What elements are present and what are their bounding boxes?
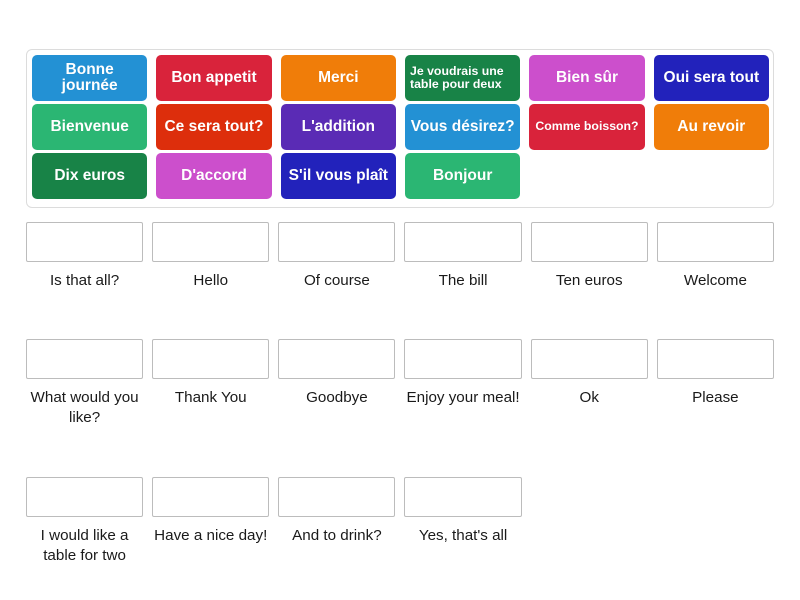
answer-cell: Enjoy your meal! — [404, 339, 522, 428]
draggable-tile[interactable]: Bienvenue — [32, 104, 148, 150]
draggable-tile[interactable]: S'il vous plaît — [280, 153, 396, 199]
answer-label: Thank You — [174, 389, 247, 407]
answer-dropzone[interactable] — [26, 476, 144, 517]
answer-dropzone[interactable] — [404, 476, 522, 517]
answer-dropzone[interactable] — [26, 222, 144, 262]
draggable-tile[interactable]: Oui sera tout — [653, 55, 769, 101]
answer-cell: And to drink? — [278, 476, 396, 566]
answer-dropzone[interactable] — [278, 476, 396, 517]
draggable-tile[interactable]: Au revoir — [653, 104, 769, 150]
answer-cell: The bill — [404, 222, 522, 291]
answer-label: Welcome — [683, 272, 747, 289]
answer-label: Ten euros — [555, 272, 623, 289]
answer-cell: Goodbye — [278, 339, 396, 428]
answer-label: What would you like? — [30, 389, 139, 427]
draggable-tile[interactable]: D'accord — [156, 153, 272, 199]
answer-cell: Of course — [278, 222, 396, 291]
answer-cell: I would like a table for two — [26, 476, 144, 566]
answer-dropzone[interactable] — [656, 339, 774, 380]
draggable-tile[interactable]: Bonjour — [405, 153, 521, 199]
answer-cell: Yes, that's all — [404, 476, 522, 566]
answer-label: Ok — [579, 389, 599, 407]
draggable-tile[interactable]: Dix euros — [32, 153, 148, 199]
answer-label: The bill — [438, 272, 488, 289]
draggable-tile[interactable]: Je voudrais une table pour deux — [405, 55, 521, 101]
tile-placeholder — [529, 153, 644, 199]
draggable-tile[interactable]: L'addition — [280, 104, 396, 150]
activity-canvas: Bonne journée Bon appetit Merci Je voudrais… — [0, 0, 800, 600]
answer-dropzone[interactable] — [404, 222, 522, 262]
answer-cell: Thank You — [152, 339, 270, 428]
draggable-tile-bank: Bonne journée Bon appetit Merci Je voudrais… — [26, 49, 774, 208]
answer-label: Of course — [303, 272, 370, 289]
draggable-tile[interactable]: Bonne journée — [32, 55, 148, 101]
draggable-tile[interactable]: Bien sûr — [529, 55, 645, 101]
answer-dropzone[interactable] — [656, 222, 774, 262]
answer-dropzone[interactable] — [152, 339, 270, 380]
draggable-tile[interactable]: Ce sera tout? — [156, 104, 272, 150]
answer-label: Hello — [193, 272, 229, 289]
answer-row: I would like a table for two Have a nice … — [26, 476, 774, 566]
answer-dropzone[interactable] — [404, 339, 522, 380]
answer-label: Goodbye — [306, 389, 368, 407]
answer-label: Please — [692, 389, 739, 407]
answer-label: Is that all? — [49, 272, 120, 289]
answer-cell: Please — [656, 339, 774, 428]
answer-dropzone[interactable] — [278, 222, 396, 262]
answer-cell: Hello — [152, 222, 270, 291]
answer-cell: What would you like? — [26, 339, 144, 428]
answer-dropzone[interactable] — [152, 476, 270, 517]
answer-dropzone[interactable] — [152, 222, 270, 262]
draggable-tile[interactable]: Bon appetit — [156, 55, 272, 101]
answer-cell-empty — [531, 477, 648, 566]
answer-cell-empty — [657, 477, 774, 566]
tile-grid: Bonne journée Bon appetit Merci Je voudrais… — [32, 55, 769, 199]
answer-dropzone[interactable] — [26, 339, 144, 380]
draggable-tile[interactable]: Comme boisson? — [529, 104, 645, 150]
answer-row: Is that all? Hello Of course The bill Ten eu… — [26, 222, 774, 291]
answer-area: Is that all? Hello Of course The bill Ten eu… — [26, 222, 774, 579]
answer-label: I would like a table for two — [40, 526, 129, 564]
answer-dropzone[interactable] — [530, 339, 648, 380]
answer-cell: Ten euros — [530, 222, 648, 291]
answer-label: And to drink? — [292, 526, 382, 544]
draggable-tile[interactable]: Merci — [280, 55, 396, 101]
answer-label: Yes, that's all — [418, 526, 508, 544]
answer-label: Have a nice day! — [154, 526, 268, 544]
answer-dropzone[interactable] — [278, 339, 396, 380]
answer-cell: Is that all? — [26, 222, 144, 291]
answer-cell: Welcome — [656, 222, 774, 291]
answer-label: Enjoy your meal! — [406, 389, 520, 407]
answer-row: What would you like? Thank You Goodbye Enjo… — [26, 339, 774, 428]
answer-cell: Ok — [530, 339, 648, 428]
draggable-tile[interactable]: Vous désirez? — [405, 104, 521, 150]
tile-placeholder — [654, 153, 769, 199]
answer-cell: Have a nice day! — [152, 476, 270, 566]
answer-dropzone[interactable] — [530, 222, 648, 262]
